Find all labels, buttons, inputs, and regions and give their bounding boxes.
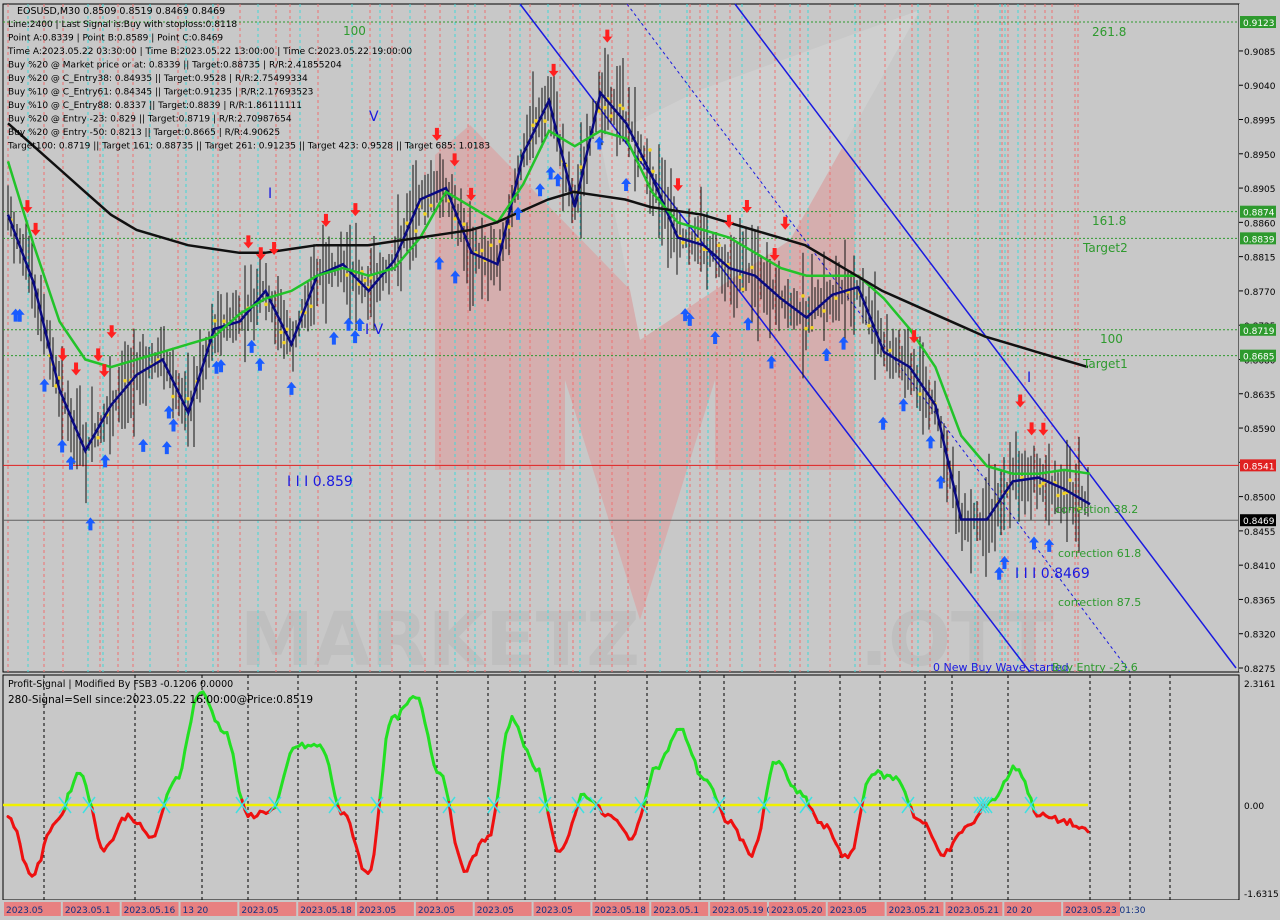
wave-label-2: I I I 0.8469 xyxy=(1015,566,1090,582)
time-label: 2023.05.18 xyxy=(300,906,352,916)
time-label: 2023.05.23 01:30 xyxy=(1065,906,1146,916)
price-tick-label: 0.8770 xyxy=(1244,288,1276,298)
info-line: Buy %20 @ Market price or at: 0.8339 || … xyxy=(8,61,342,71)
time-label: 20 20 xyxy=(1006,906,1032,916)
target1-label: Target1 xyxy=(1082,357,1128,371)
price-tick-label: 0.8590 xyxy=(1244,425,1276,435)
time-label: 2023.05.21 xyxy=(947,906,999,916)
fib-100-label: 100 xyxy=(1100,332,1123,346)
fib-161-label: 161.8 xyxy=(1092,214,1126,228)
price-tick-label: 0.8950 xyxy=(1244,151,1276,161)
oscillator-signal: 280-Signal=Sell since:2023.05.22 16:00:0… xyxy=(8,694,313,706)
oscillator-tick-label: 2.3161 xyxy=(1244,680,1276,690)
info-line: Buy %20 @ Entry -23: 0.829 || Target:0.8… xyxy=(8,115,292,125)
target2-label: Target2 xyxy=(1082,241,1128,255)
info-line: Buy %10 @ C_Entry88: 0.8337 || Target:0.… xyxy=(8,101,302,111)
time-label: 2023.05 xyxy=(536,906,573,916)
price-tick-label: 0.8815 xyxy=(1244,254,1276,264)
time-label: 2023.05 xyxy=(359,906,396,916)
time-label: 2023.05 xyxy=(6,906,43,916)
new-wave-label: 0 New Buy Wave started xyxy=(933,661,1069,674)
info-line: Buy %20 @ C_Entry38: 0.84935 || Target:0… xyxy=(8,74,308,84)
price-pane[interactable]: MARKETZ .OTT I I I 0.859 I I I 0.8469 V … xyxy=(2,3,1240,683)
time-label: 2023.05 xyxy=(241,906,278,916)
info-line: Line:2400 | Last Signal is:Buy with stop… xyxy=(8,20,237,30)
correction-87-label: correction 87.5 xyxy=(1058,596,1141,609)
roman-i-label: I xyxy=(268,186,272,202)
price-tick-label: 0.8410 xyxy=(1244,562,1276,572)
time-label: 13 20 xyxy=(183,906,209,916)
price-tag: 0.8874 xyxy=(1243,209,1275,219)
fib-100-top-label: 100 xyxy=(343,24,366,38)
price-tick-label: 0.8635 xyxy=(1244,391,1276,401)
price-tick-label: 0.8905 xyxy=(1244,185,1276,195)
time-label: 2023.05 xyxy=(477,906,514,916)
time-label: 2023.05.21 xyxy=(889,906,941,916)
roman-iv-label: I V xyxy=(365,322,384,338)
info-line: Target100: 0.8719 || Target 161: 0.88735… xyxy=(7,142,490,152)
time-label: 2023.05.1 xyxy=(65,906,111,916)
info-line: Point A:0.8339 | Point B:0.8589 | Point … xyxy=(8,34,223,44)
price-tag: 0.8685 xyxy=(1243,353,1275,363)
wave-label: I I I 0.859 xyxy=(287,474,353,490)
info-line: Time A:2023.05.22 03:30:00 | Time B:2023… xyxy=(7,47,412,57)
price-tick-label: 0.8275 xyxy=(1244,665,1276,675)
price-tag: 0.8719 xyxy=(1243,327,1275,337)
roman-v-label: V xyxy=(369,109,379,125)
oscillator-tick-label: -1.6315 xyxy=(1244,890,1279,900)
price-tick-label: 0.8320 xyxy=(1244,631,1276,641)
price-tag: 0.8469 xyxy=(1243,517,1275,527)
time-label: 2023.05.20 xyxy=(771,906,823,916)
time-label: 2023.05.18 xyxy=(594,906,646,916)
chart-window: MARKETZ .OTT I I I 0.859 I I I 0.8469 V … xyxy=(0,0,1280,920)
roman-i-label-2: I xyxy=(1027,370,1031,386)
oscillator-title: Profit-Signal | Modified By FSB3 -0.1206… xyxy=(8,679,233,690)
price-tick-label: 0.8995 xyxy=(1244,117,1276,127)
price-tick-label: 0.8365 xyxy=(1244,596,1276,606)
time-label: 2023.05.16 xyxy=(124,906,176,916)
price-tick-label: 0.9040 xyxy=(1244,82,1276,92)
symbol-line: EOSUSD,M30 0.8509 0.8519 0.8469 0.8469 xyxy=(17,6,225,17)
price-axis: 0.90850.90400.89950.89500.89050.88600.88… xyxy=(1239,4,1280,675)
time-label: 2023.05 xyxy=(830,906,867,916)
price-tick-label: 0.9085 xyxy=(1244,48,1276,58)
correction-61-label: correction 61.8 xyxy=(1058,547,1141,560)
info-line: Buy %20 @ Entry -50: 0.8213 || Target:0.… xyxy=(8,128,280,138)
price-tag: 0.9123 xyxy=(1243,19,1275,29)
info-line: Buy %10 @ C_Entry61: 0.84345 || Target:0… xyxy=(8,88,313,98)
fib-261-label: 261.8 xyxy=(1092,25,1126,39)
time-label: 2023.05 xyxy=(418,906,455,916)
time-label: 2023.05.1 xyxy=(653,906,699,916)
price-tick-label: 0.8500 xyxy=(1244,494,1276,504)
price-tag: 0.8839 xyxy=(1243,235,1275,245)
time-axis: 2023.05 2023.05.1 2023.05.16 13 20 2023.05 20… xyxy=(0,900,1280,920)
price-tick-label: 0.8860 xyxy=(1244,219,1276,229)
price-tag: 0.8541 xyxy=(1243,462,1275,472)
price-tick-label: 0.8455 xyxy=(1244,528,1276,538)
oscillator-pane[interactable]: Profit-Signal | Modified By FSB3 -0.1206… xyxy=(2,674,1279,901)
correction-38-label: correction 38.2 xyxy=(1055,503,1138,516)
oscillator-tick-label: 0.00 xyxy=(1244,802,1264,812)
buy-entry-label: Buy Entry -23.6 xyxy=(1052,661,1138,674)
